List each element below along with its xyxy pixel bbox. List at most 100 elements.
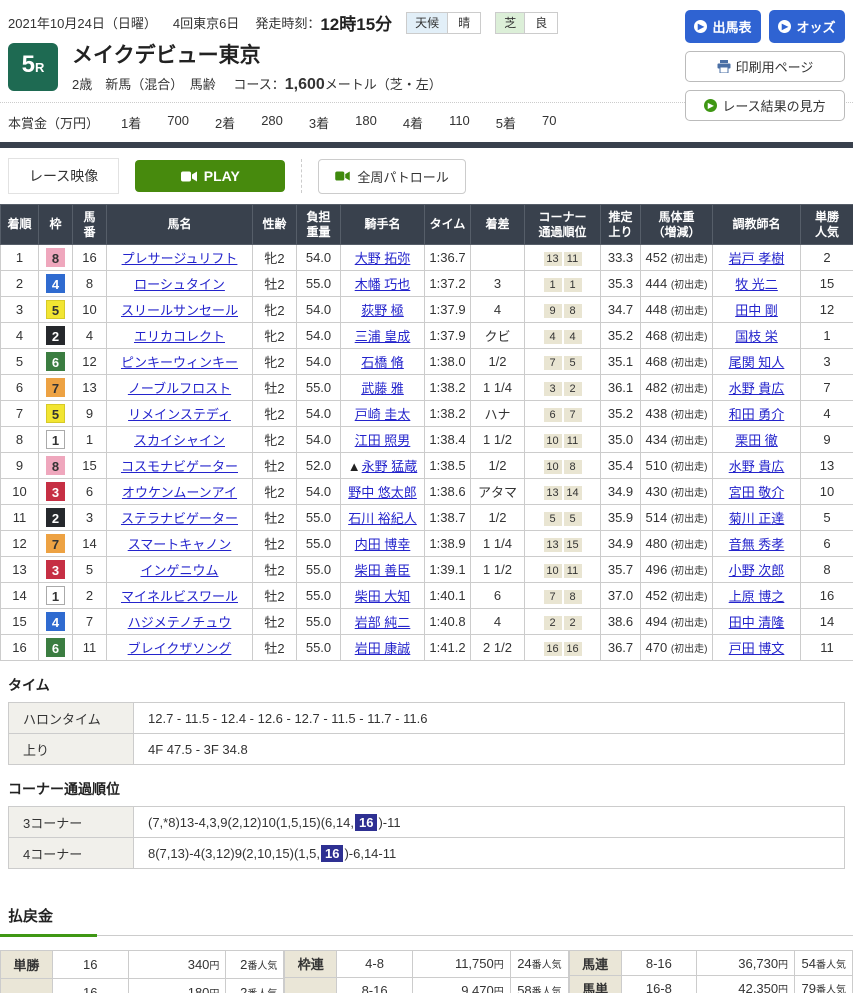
corner-row: 4コーナー8(7,13)-4(3,12)9(2,10,15)(1,5,16)-6…: [9, 838, 845, 869]
trainer-name-link[interactable]: 宮田 敬介: [729, 485, 785, 500]
jockey-name-link[interactable]: 江田 照男: [355, 433, 411, 448]
finish-time: 1:38.0: [425, 349, 471, 375]
trainer-cell: 宮田 敬介: [713, 479, 801, 505]
horse-weight-cell: 434 (初出走): [641, 427, 713, 453]
corner-positions-cell: 11: [525, 271, 601, 297]
finish-position: 2: [1, 271, 39, 297]
horse-weight-note: (初出走): [671, 514, 708, 525]
trainer-name-link[interactable]: 岩戸 孝樹: [729, 251, 785, 266]
trainer-name-link[interactable]: 菊川 正達: [729, 511, 785, 526]
sex-age: 牝2: [253, 323, 297, 349]
popularity-suffix: 番人気: [247, 961, 277, 972]
jockey-name-link[interactable]: 内田 博幸: [355, 537, 411, 552]
jockey-name-link[interactable]: 荻野 極: [361, 303, 404, 318]
prize-place: 1着: [121, 113, 141, 132]
corner-positions-cell: 22: [525, 609, 601, 635]
finish-time: 1:38.2: [425, 401, 471, 427]
trainer-name-link[interactable]: 上原 博之: [729, 589, 785, 604]
corner-positions-cell: 75: [525, 349, 601, 375]
trainer-name-link[interactable]: 音無 秀孝: [729, 537, 785, 552]
jockey-name-link[interactable]: 石橋 脩: [361, 355, 404, 370]
horse-number: 2: [73, 583, 107, 609]
trainer-name-link[interactable]: 水野 貴広: [729, 459, 785, 474]
trainer-name-link[interactable]: 和田 勇介: [729, 407, 785, 422]
corner-position: 16: [544, 642, 562, 656]
horse-name-link[interactable]: スカイシャイン: [134, 433, 225, 448]
column-header: 馬名: [107, 205, 253, 245]
jockey-name-link[interactable]: 武藤 雅: [361, 381, 404, 396]
corner-positions-cell: 1011: [525, 557, 601, 583]
patrol-video-button[interactable]: 全周パトロール: [318, 159, 465, 194]
trainer-name-link[interactable]: 戸田 博文: [729, 641, 785, 656]
jockey-name-link[interactable]: 石川 裕紀人: [348, 511, 417, 526]
horse-name-link[interactable]: コスモナビゲーター: [121, 459, 238, 474]
trainer-name-link[interactable]: 尾関 知人: [729, 355, 785, 370]
win-popularity: 9: [801, 427, 853, 453]
print-page-button[interactable]: 印刷用ページ: [685, 51, 845, 82]
carried-weight: 54.0: [297, 323, 341, 349]
weather-value: 晴: [448, 13, 480, 33]
finish-position: 12: [1, 531, 39, 557]
horse-weight-note: (初出走): [671, 592, 708, 603]
odds-button-label: オッズ: [796, 17, 835, 36]
trainer-name-link[interactable]: 田中 清隆: [729, 615, 785, 630]
jockey-name-link[interactable]: 戸崎 圭太: [355, 407, 411, 422]
bracket-cell: 5: [39, 297, 73, 323]
jockey-name-link[interactable]: 野中 悠太郎: [348, 485, 417, 500]
horse-weight: 448: [646, 302, 671, 317]
trainer-name-link[interactable]: 水野 貴広: [729, 381, 785, 396]
horse-name-link[interactable]: エリカコレクト: [134, 329, 225, 344]
trainer-name-link[interactable]: 牧 光二: [735, 277, 778, 292]
chevron-circle-icon: ▶: [694, 20, 707, 33]
jockey-name-link[interactable]: 柴田 大知: [355, 589, 411, 604]
trainer-name-link[interactable]: 田中 剛: [735, 303, 778, 318]
dashed-separator: [301, 159, 302, 193]
jockey-cell: 内田 博幸: [341, 531, 425, 557]
horse-name-link[interactable]: リメインステディ: [128, 407, 231, 422]
corner-section-title: コーナー通過順位: [0, 765, 853, 806]
horse-name-link[interactable]: ステラナビゲーター: [121, 511, 238, 526]
odds-button[interactable]: ▶ オッズ: [769, 10, 845, 43]
race-video-button[interactable]: レース映像: [8, 158, 119, 194]
trainer-name-link[interactable]: 栗田 徹: [735, 433, 778, 448]
horse-name-link[interactable]: スリールサンセール: [121, 303, 238, 318]
results-table: 着順枠馬 番馬名性齢負担 重量騎手名タイム着差コーナー 通過順位推定 上り馬体重…: [0, 204, 853, 661]
jockey-name-link[interactable]: 柴田 善臣: [355, 563, 411, 578]
time-row-label: ハロンタイム: [9, 703, 134, 734]
horse-name-link[interactable]: インゲニウム: [140, 563, 218, 578]
horse-weight-cell: 452 (初出走): [641, 583, 713, 609]
horse-name-link[interactable]: ブレイクザソング: [128, 641, 232, 656]
play-button-label: PLAY: [204, 168, 240, 184]
jockey-name-link[interactable]: 岩部 純二: [355, 615, 411, 630]
horse-weight-cell: 468 (初出走): [641, 323, 713, 349]
play-button[interactable]: PLAY: [135, 160, 285, 192]
result-guide-button[interactable]: ▶ レース結果の見方: [685, 90, 845, 121]
bracket-cell: 8: [39, 453, 73, 479]
horse-name-link[interactable]: スマートキャノン: [128, 537, 232, 552]
horse-name-link[interactable]: ノーブルフロスト: [128, 381, 231, 396]
prize-place: 3着: [309, 113, 329, 132]
horse-name-link[interactable]: ローシュタイン: [134, 277, 225, 292]
entries-button[interactable]: ▶ 出馬表: [685, 10, 761, 43]
finish-position: 14: [1, 583, 39, 609]
jockey-name-link[interactable]: 木幡 巧也: [355, 277, 411, 292]
jockey-name-link[interactable]: 大野 拓弥: [355, 251, 411, 266]
horse-name-link[interactable]: プレサージュリフト: [122, 251, 238, 266]
horse-weight-cell: 482 (初出走): [641, 375, 713, 401]
horse-name-link[interactable]: マイネルビスワール: [121, 589, 238, 604]
jockey-name-link[interactable]: 三浦 皇成: [355, 329, 411, 344]
horse-name-link[interactable]: オウケンムーンアイ: [122, 485, 237, 500]
jockey-name-link[interactable]: 永野 猛蔵: [362, 459, 418, 474]
margin: 1/2: [471, 349, 525, 375]
corner-positions-cell: 32: [525, 375, 601, 401]
time-row-value: 4F 47.5 - 3F 34.8: [134, 734, 845, 765]
sex-age: 牡2: [253, 453, 297, 479]
highlighted-horse-number: 16: [321, 845, 343, 862]
trainer-name-link[interactable]: 小野 次郎: [729, 563, 785, 578]
horse-name-link[interactable]: ハジメテノチュウ: [128, 615, 232, 630]
sex-age: 牝2: [253, 245, 297, 271]
result-row: 1036オウケンムーンアイ牝254.0野中 悠太郎1:38.6アタマ131434…: [1, 479, 853, 505]
jockey-name-link[interactable]: 岩田 康誠: [355, 641, 411, 656]
trainer-name-link[interactable]: 国枝 栄: [735, 329, 778, 344]
horse-name-link[interactable]: ピンキーウィンキー: [121, 355, 238, 370]
